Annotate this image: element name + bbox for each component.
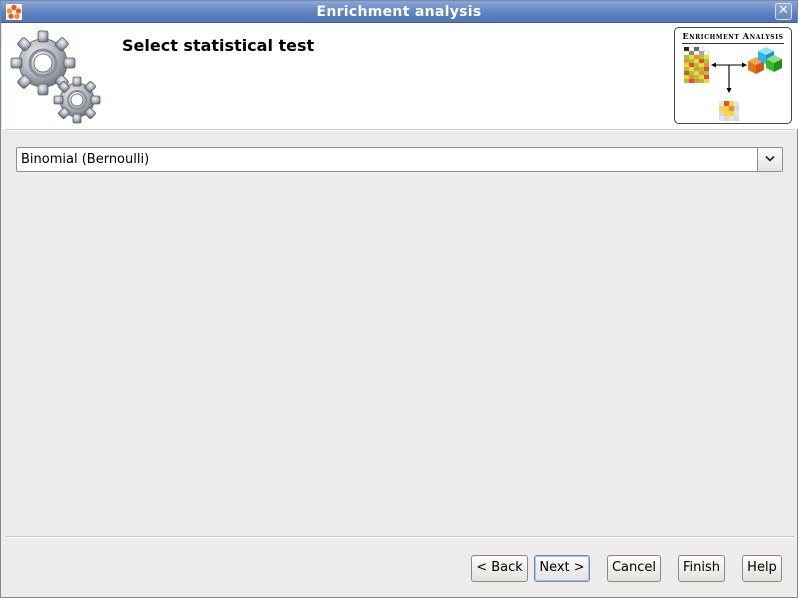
dropdown-button[interactable] xyxy=(757,148,782,171)
logo-illustration xyxy=(683,46,782,121)
window-title: Enrichment analysis xyxy=(316,4,482,20)
title-bar[interactable]: Enrichment analysis ✕ xyxy=(1,1,797,23)
statistical-test-select[interactable]: Binomial (Bernoulli) xyxy=(16,147,783,172)
logo-rule xyxy=(682,43,784,44)
statistical-test-value: Binomial (Bernoulli) xyxy=(21,152,150,167)
finish-button[interactable]: Finish xyxy=(678,555,725,582)
page-heading: Select statistical test xyxy=(122,36,315,55)
gears-icon xyxy=(10,30,101,124)
help-button[interactable]: Help xyxy=(742,555,782,582)
enrichment-analysis-logo: Enrichment Analysis xyxy=(674,27,792,124)
header-separator xyxy=(6,129,794,131)
close-icon[interactable]: ✕ xyxy=(775,3,792,20)
logo-title: Enrichment Analysis xyxy=(682,31,784,41)
wizard-header: Select statistical test Enrichment Analy… xyxy=(2,23,798,129)
dialog-window: Enrichment analysis ✕ Select statistical… xyxy=(0,0,798,598)
next-button[interactable]: Next > xyxy=(534,555,590,582)
cancel-button[interactable]: Cancel xyxy=(607,555,661,582)
back-button[interactable]: < Back xyxy=(471,555,528,582)
footer-separator xyxy=(6,536,794,538)
chevron-down-icon xyxy=(765,155,775,162)
